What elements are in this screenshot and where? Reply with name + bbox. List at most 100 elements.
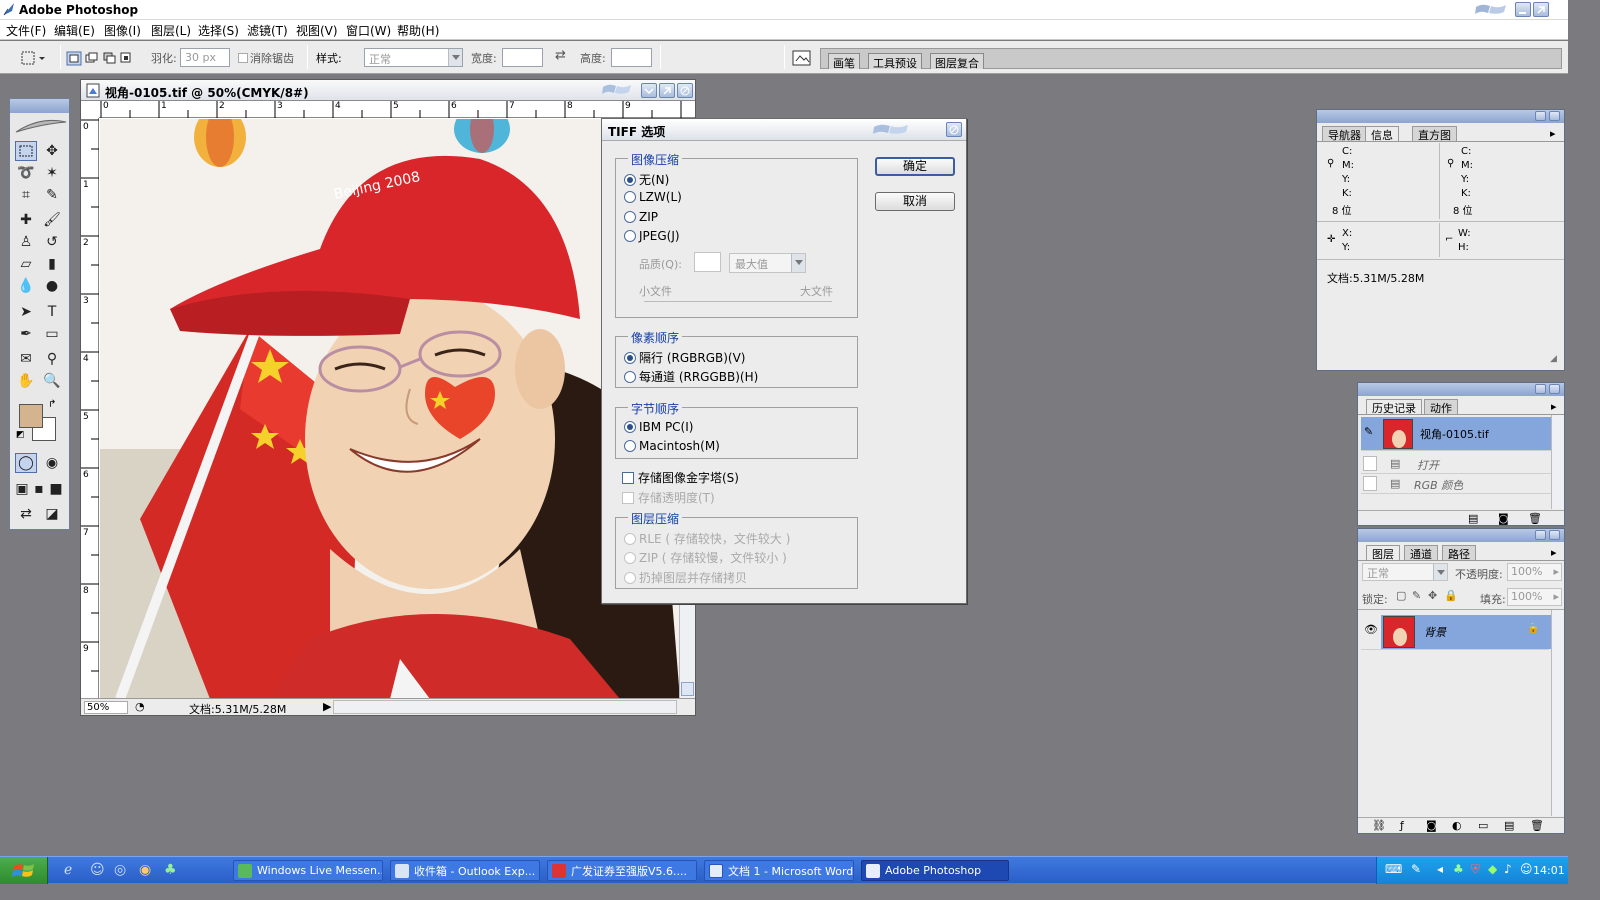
panel-close-button[interactable] — [1549, 111, 1560, 121]
rect-marquee-tool[interactable] — [15, 141, 37, 161]
taskbar-item-stock[interactable]: 广发证券至强版V5.6.... — [547, 860, 697, 881]
layer-mask-icon[interactable]: ◙ — [1426, 819, 1437, 832]
byte-order-ibm-radio[interactable]: IBM PC(I) — [624, 420, 693, 434]
imageready-icon[interactable]: ◪ — [41, 504, 63, 524]
panel-menu-icon[interactable]: ▸ — [1551, 546, 1557, 559]
msn-quicklaunch-icon[interactable]: ♣ — [164, 862, 177, 878]
lock-transparency-icon[interactable]: ▢ — [1396, 589, 1406, 602]
compression-jpeg-radio[interactable]: JPEG(J) — [624, 229, 680, 243]
history-scrollbar[interactable] — [1551, 415, 1564, 509]
taskbar-item-word[interactable]: 文档 1 - Microsoft Word — [704, 860, 854, 881]
blur-tool[interactable]: 💧 — [15, 276, 37, 296]
tab-info[interactable]: 信息 — [1365, 126, 1399, 142]
layer-compression-discard-radio[interactable]: 扔掉图层并存储拷贝 — [624, 569, 747, 586]
link-layers-icon[interactable]: ⛓ — [1372, 819, 1386, 832]
layer-compression-zip-radio[interactable]: ZIP ( 存储较慢，文件较小 ) — [624, 549, 787, 566]
dodge-tool[interactable]: ● — [41, 276, 63, 296]
brush-tool[interactable]: 🖌 — [41, 210, 63, 230]
byte-order-mac-radio[interactable]: Macintosh(M) — [624, 439, 720, 453]
doc-maximize-button[interactable] — [659, 83, 675, 98]
eye-visibility-icon[interactable]: 👁 — [1364, 623, 1378, 636]
fill-input[interactable]: 100% ▸ — [1507, 588, 1562, 606]
eyedropper-tool[interactable]: ⚲ — [41, 349, 63, 369]
menu-edit[interactable]: 编辑(E) — [54, 22, 95, 39]
panel-minimize-button[interactable] — [1535, 111, 1546, 121]
default-colors-icon[interactable]: ◩ — [16, 430, 25, 440]
network-icon[interactable]: ♣ — [1453, 862, 1464, 876]
quality-input[interactable] — [694, 252, 721, 272]
menu-layer[interactable]: 图层(L) — [151, 22, 191, 39]
ie-quicklaunch-icon[interactable]: ℯ — [64, 862, 72, 878]
history-brush-tool[interactable]: ↺ — [41, 232, 63, 252]
start-button[interactable] — [0, 857, 48, 884]
foreground-color-swatch-top[interactable] — [19, 404, 43, 428]
file-browser-icon[interactable] — [791, 48, 813, 68]
layers-scrollbar[interactable] — [1551, 610, 1564, 816]
trash-icon[interactable]: 🗑 — [1530, 819, 1544, 832]
menu-file[interactable]: 文件(F) — [6, 22, 46, 39]
messenger-tray-icon[interactable]: ☺ — [1520, 862, 1533, 876]
tab-history[interactable]: 历史记录 — [1366, 399, 1422, 415]
new-layer-icon[interactable]: ▤ — [1504, 819, 1514, 832]
collapse-tray-icon[interactable]: ◂ — [1437, 862, 1443, 876]
tab-channels[interactable]: 通道 — [1404, 545, 1438, 561]
zoom-field[interactable]: 50% — [84, 701, 128, 714]
panel-menu-icon[interactable]: ▸ — [1550, 127, 1556, 140]
panel-header[interactable] — [1358, 383, 1564, 396]
menu-view[interactable]: 视图(V) — [296, 22, 338, 39]
screen-mode-full-icon[interactable]: ■ — [47, 479, 65, 499]
doc-minimize-button[interactable] — [641, 83, 657, 98]
save-transparency-checkbox[interactable]: 存储透明度(T) — [622, 489, 715, 506]
tab-layers[interactable]: 图层 — [1366, 545, 1400, 561]
gradient-tool[interactable]: ▮ — [41, 254, 63, 274]
pen-tool[interactable]: ✒ — [15, 324, 37, 344]
height-input[interactable] — [611, 48, 652, 67]
tab-paths[interactable]: 路径 — [1442, 545, 1476, 561]
document-titlebar[interactable]: 视角-0105.tif @ 50%(CMYK/8#) — [81, 80, 695, 101]
lasso-tool[interactable]: ➰ — [15, 163, 37, 183]
compression-lzw-radio[interactable]: LZW(L) — [624, 190, 682, 204]
dialog-close-button[interactable] — [946, 122, 962, 137]
menu-window[interactable]: 窗口(W) — [346, 22, 391, 39]
minimize-button[interactable] — [1515, 2, 1531, 17]
new-group-icon[interactable]: ▭ — [1478, 819, 1488, 832]
document-horizontal-scrollbar[interactable] — [333, 700, 677, 714]
taskbar-item-messenger[interactable]: Windows Live Messen... — [233, 860, 383, 881]
taskbar-item-outlook[interactable]: 收件箱 - Outlook Exp... — [390, 860, 540, 881]
magic-wand-tool[interactable]: ✶ — [41, 163, 63, 183]
ok-button[interactable]: 确定 — [875, 157, 955, 176]
scroll-down-arrow-icon[interactable] — [681, 682, 694, 696]
swap-colors-icon[interactable]: ↱ — [48, 399, 56, 410]
tab-histogram[interactable]: 直方图 — [1412, 126, 1457, 142]
tab-tool-presets[interactable]: 工具预设 — [868, 53, 922, 70]
status-menu-arrow-icon[interactable]: ▶ — [323, 700, 331, 713]
lock-brush-icon[interactable]: ✎ — [1412, 589, 1421, 602]
restore-button[interactable] — [1533, 2, 1549, 17]
cancel-button[interactable]: 取消 — [875, 192, 955, 211]
panel-menu-icon[interactable]: ▸ — [1551, 400, 1557, 413]
history-source-box[interactable] — [1363, 476, 1377, 491]
pixel-order-interleaved-radio[interactable]: 隔行 (RGBRGB)(V) — [624, 349, 746, 366]
opacity-input[interactable]: 100% ▸ — [1507, 563, 1562, 581]
menu-select[interactable]: 选择(S) — [198, 22, 239, 39]
quality-select[interactable]: 最大值 — [729, 253, 806, 273]
keyboard-icon[interactable]: ⌨ — [1385, 862, 1402, 876]
panel-header[interactable] — [1317, 110, 1564, 123]
crop-tool[interactable]: ⌗ — [15, 185, 37, 205]
history-step-row[interactable]: ▤ 打开 — [1361, 454, 1555, 474]
quality-slider[interactable] — [644, 301, 832, 302]
status-info-icon[interactable]: ◔ — [135, 700, 145, 713]
new-snapshot-icon[interactable]: ◙ — [1498, 512, 1509, 525]
menu-help[interactable]: 帮助(H) — [397, 22, 439, 39]
history-step-row[interactable]: ▤ RGB 颜色 — [1361, 474, 1555, 494]
dialog-titlebar[interactable]: TIFF 选项 — [602, 119, 966, 141]
style-select[interactable]: 正常 — [364, 48, 463, 67]
panel-minimize-button[interactable] — [1535, 384, 1546, 394]
eraser-tool[interactable]: ▱ — [15, 254, 37, 274]
width-input[interactable] — [502, 48, 543, 67]
blend-mode-select[interactable]: 正常 — [1362, 563, 1448, 581]
compression-none-radio[interactable]: 无(N) — [624, 171, 669, 188]
swap-dimensions-icon[interactable]: ⇄ — [555, 48, 566, 63]
taskbar-item-photoshop[interactable]: Adobe Photoshop — [861, 860, 1009, 881]
qq-quicklaunch-icon[interactable]: ◉ — [139, 862, 151, 878]
